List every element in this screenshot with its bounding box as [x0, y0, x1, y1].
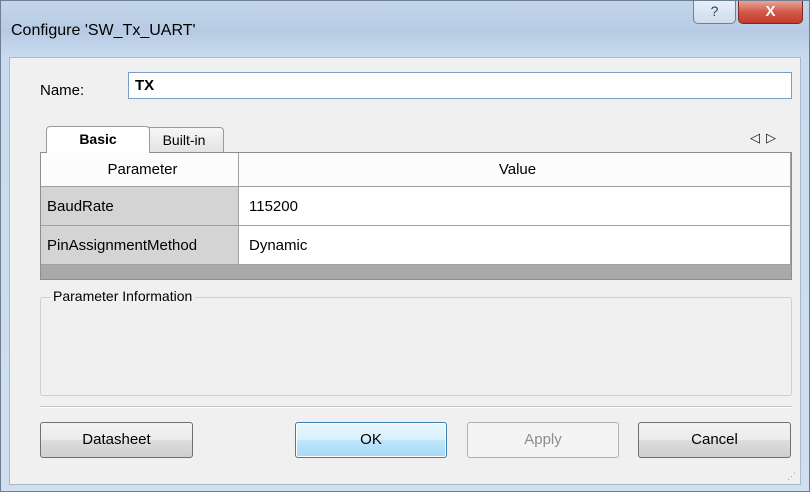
column-header-value[interactable]: Value [239, 153, 791, 187]
dialog-window: Configure 'SW_Tx_UART' ? X Name: Built-i… [0, 0, 810, 492]
param-name-pinassignmentmethod[interactable]: PinAssignmentMethod [41, 226, 239, 265]
help-icon: ? [710, 3, 719, 19]
scroll-right-icon[interactable]: ▷ [766, 130, 782, 145]
dialog-body: Name: Built-in Basic ◁▷ Parameter Value … [9, 57, 801, 485]
tab-built-in[interactable]: Built-in [144, 127, 224, 153]
tab-scroll-arrows[interactable]: ◁▷ [750, 130, 782, 146]
column-header-parameter[interactable]: Parameter [41, 153, 239, 187]
parameter-information-group [40, 297, 792, 396]
close-button[interactable]: X [738, 1, 803, 24]
parameter-information-legend: Parameter Information [50, 288, 196, 304]
parameter-grid: Parameter Value BaudRate 115200 PinAssig… [40, 152, 792, 280]
title-bar[interactable]: Configure 'SW_Tx_UART' ? X [1, 1, 809, 57]
help-button[interactable]: ? [693, 1, 736, 24]
param-value-baudrate[interactable]: 115200 [239, 187, 791, 226]
cancel-button[interactable]: Cancel [638, 422, 791, 458]
ok-button[interactable]: OK [295, 422, 447, 458]
resize-grip-icon[interactable]: ⋰ [787, 471, 797, 482]
button-separator [40, 406, 792, 408]
close-icon: X [765, 3, 776, 20]
window-title: Configure 'SW_Tx_UART' [11, 22, 196, 39]
tab-basic[interactable]: Basic [46, 126, 150, 153]
datasheet-button[interactable]: Datasheet [40, 422, 193, 458]
name-input[interactable] [128, 72, 792, 99]
name-label: Name: [40, 82, 85, 99]
param-name-baudrate[interactable]: BaudRate [41, 187, 239, 226]
scroll-left-icon[interactable]: ◁ [750, 130, 766, 145]
apply-button[interactable]: Apply [467, 422, 619, 458]
param-value-pinassignmentmethod[interactable]: Dynamic [239, 226, 791, 265]
